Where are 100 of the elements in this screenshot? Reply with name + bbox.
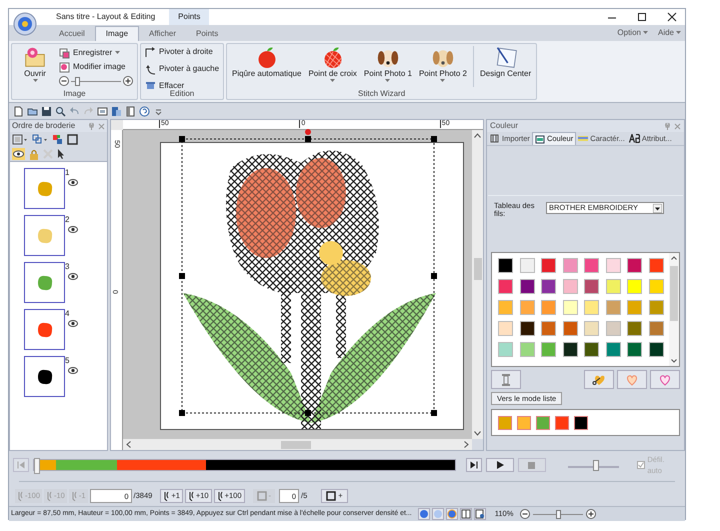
color-swatch[interactable] bbox=[584, 300, 599, 315]
sew-order-thumbnail[interactable] bbox=[24, 168, 65, 209]
frame-icon[interactable] bbox=[97, 106, 108, 116]
color-action-button[interactable] bbox=[617, 370, 647, 389]
skip-start-button[interactable] bbox=[13, 458, 29, 472]
color-swatch[interactable] bbox=[498, 258, 513, 273]
color-swatch[interactable] bbox=[520, 321, 534, 336]
color-action-button[interactable] bbox=[491, 370, 521, 389]
color-sort-icon[interactable] bbox=[52, 134, 63, 145]
color-swatch[interactable] bbox=[627, 342, 642, 357]
color-swatch[interactable] bbox=[520, 300, 534, 315]
maximize-icon[interactable] bbox=[637, 12, 647, 22]
rotation-handle-icon[interactable] bbox=[305, 129, 311, 135]
play-button[interactable] bbox=[486, 458, 514, 472]
color-swatch[interactable] bbox=[562, 300, 578, 315]
color-swatch[interactable] bbox=[498, 342, 513, 357]
ribbon-small-button[interactable]: Pivoter à droite bbox=[145, 46, 220, 58]
color-swatch[interactable] bbox=[562, 258, 578, 273]
ribbon-large-button[interactable]: Piqûre automatique bbox=[231, 46, 302, 78]
color-swatch[interactable] bbox=[541, 342, 556, 357]
color-swatch[interactable] bbox=[606, 321, 620, 336]
color-swatch[interactable] bbox=[562, 279, 578, 294]
eye-icon[interactable] bbox=[12, 148, 25, 160]
scroll-thumb[interactable] bbox=[281, 440, 311, 448]
eye-icon[interactable] bbox=[68, 226, 78, 233]
sew-order-thumbnail[interactable] bbox=[24, 356, 65, 397]
zoom-in-icon[interactable] bbox=[123, 76, 133, 86]
color-swatch[interactable] bbox=[606, 279, 620, 294]
color-swatch[interactable] bbox=[627, 321, 642, 336]
color-action-button[interactable] bbox=[584, 370, 614, 389]
color-swatch[interactable] bbox=[648, 279, 664, 294]
zoom-in-icon[interactable] bbox=[586, 509, 596, 519]
view-mode-button[interactable] bbox=[446, 508, 458, 520]
palette-scrollbar[interactable] bbox=[669, 253, 679, 366]
color-swatch[interactable] bbox=[498, 279, 513, 294]
speed-slider[interactable] bbox=[568, 458, 620, 472]
eye-icon[interactable] bbox=[68, 367, 78, 374]
ribbon-large-button[interactable]: Point Photo 2 bbox=[418, 46, 468, 83]
color-swatch[interactable] bbox=[627, 258, 642, 273]
save-icon[interactable] bbox=[41, 106, 52, 116]
ribbon-large-button[interactable]: Design Center bbox=[479, 46, 532, 78]
select-frame-icon[interactable] bbox=[12, 134, 28, 145]
sew-order-thumbnail[interactable] bbox=[24, 309, 65, 350]
color-swatch[interactable] bbox=[627, 279, 642, 294]
eye-icon[interactable] bbox=[68, 320, 78, 327]
color-swatch[interactable] bbox=[648, 300, 664, 315]
ribbon-tab[interactable]: Image bbox=[94, 26, 140, 41]
view-mode-button[interactable] bbox=[460, 508, 472, 520]
ribbon-small-button[interactable]: Effacer bbox=[145, 80, 220, 89]
menu-button[interactable]: Option bbox=[617, 27, 648, 39]
color-swatch[interactable] bbox=[541, 279, 556, 294]
help-icon[interactable] bbox=[139, 106, 150, 116]
view-mode-button[interactable] bbox=[474, 508, 486, 520]
scroll-thumb[interactable] bbox=[670, 266, 678, 321]
ribbon-small-button[interactable]: Modifier image bbox=[59, 60, 133, 74]
ribbon-large-button[interactable]: Point de croix bbox=[307, 46, 358, 83]
ribbon-large-button[interactable]: Point Photo 1 bbox=[362, 46, 413, 83]
color-swatch[interactable] bbox=[562, 342, 578, 357]
color-swatch[interactable] bbox=[574, 416, 588, 430]
color-swatch[interactable] bbox=[606, 258, 620, 273]
group-icon[interactable] bbox=[32, 134, 48, 145]
frame-icon[interactable] bbox=[67, 134, 78, 145]
sew-order-thumbnail[interactable] bbox=[24, 262, 65, 303]
vertical-scrollbar[interactable] bbox=[472, 130, 483, 439]
skip-end-button[interactable] bbox=[466, 458, 482, 472]
horizontal-scrollbar[interactable] bbox=[123, 439, 472, 450]
color-swatch[interactable] bbox=[584, 342, 599, 357]
layout-icon[interactable] bbox=[111, 106, 122, 116]
color-swatch[interactable] bbox=[498, 416, 512, 430]
color-swatch[interactable] bbox=[606, 342, 620, 357]
sew-order-thumbnail[interactable] bbox=[24, 215, 65, 256]
zoom-icon[interactable] bbox=[55, 106, 66, 116]
scroll-thumb[interactable] bbox=[474, 258, 482, 280]
color-swatch[interactable] bbox=[541, 321, 556, 336]
color-swatch[interactable] bbox=[627, 300, 642, 315]
zoom-out-icon[interactable] bbox=[59, 76, 69, 86]
new-file-icon[interactable] bbox=[13, 106, 24, 116]
ribbon-tab[interactable]: Points bbox=[186, 26, 228, 41]
lock-icon[interactable] bbox=[29, 148, 39, 160]
color-swatch[interactable] bbox=[520, 342, 534, 357]
color-swatch[interactable] bbox=[606, 300, 620, 315]
ribbon-large-button[interactable]: Ouvrir bbox=[16, 46, 54, 83]
eye-icon[interactable] bbox=[68, 273, 78, 280]
eye-icon[interactable] bbox=[68, 179, 78, 186]
open-folder-icon[interactable] bbox=[27, 106, 38, 116]
color-swatch[interactable] bbox=[541, 258, 556, 273]
page-icon[interactable] bbox=[125, 106, 136, 116]
ribbon-tab[interactable]: Accueil bbox=[49, 26, 95, 41]
color-swatch[interactable] bbox=[536, 416, 550, 430]
color-swatch[interactable] bbox=[498, 300, 513, 315]
menu-button[interactable]: Aide bbox=[658, 27, 681, 39]
color-action-button[interactable] bbox=[650, 370, 680, 389]
color-swatch[interactable] bbox=[541, 300, 556, 315]
color-swatch[interactable] bbox=[562, 321, 578, 336]
zoom-out-icon[interactable] bbox=[520, 509, 530, 519]
ribbon-small-button[interactable]: Enregistrer bbox=[59, 46, 133, 60]
pointer-icon[interactable] bbox=[57, 149, 65, 159]
ribbon-small-button[interactable]: Pivoter à gauche bbox=[145, 63, 220, 75]
color-swatch[interactable] bbox=[648, 342, 664, 357]
close-icon[interactable] bbox=[667, 12, 677, 22]
